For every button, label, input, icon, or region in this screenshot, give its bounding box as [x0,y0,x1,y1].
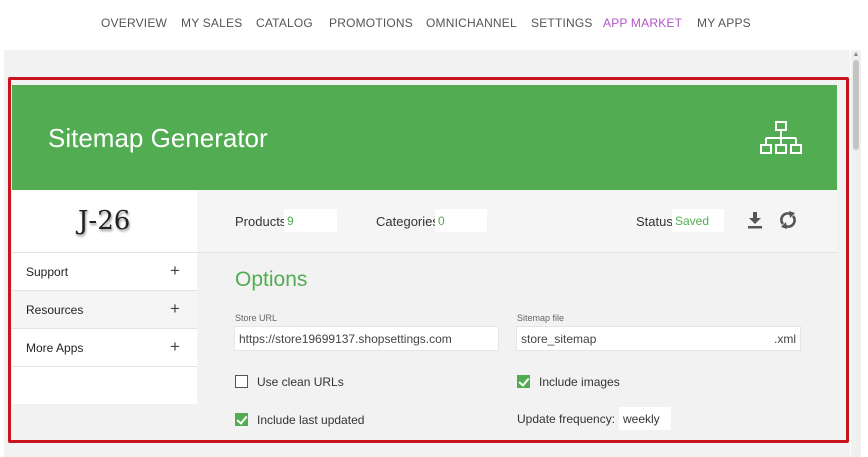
update-frequency-label: Update frequency: [517,412,616,426]
scrollbar[interactable]: ▲ [851,50,861,457]
categories-count: 0 [435,209,487,232]
sidebar-item-more-apps[interactable]: More Apps + [12,329,197,367]
plus-icon[interactable]: + [170,299,180,319]
products-count: 9 [284,209,337,232]
sidebar-item-support[interactable]: Support + [12,253,197,291]
nav-overview[interactable]: OVERVIEW [101,16,167,30]
options-heading: Options [235,268,308,291]
sidebar-item-label: Support [26,265,69,279]
scrollbar-thumb[interactable] [853,60,859,150]
scroll-up-icon[interactable]: ▲ [852,51,860,59]
sidebar-item-label: Resources [26,303,84,317]
nav-promotions[interactable]: PROMOTIONS [329,16,413,30]
status-value: Saved [672,209,724,232]
sidebar-spacer [12,367,197,404]
plus-icon[interactable]: + [170,261,180,281]
nav-app-market[interactable]: APP MARKET [603,16,682,30]
stats-bar: Products: 9 Categories: 0 Status: Saved [197,190,837,253]
clean-urls-label: Use clean URLs [257,375,344,389]
plus-icon[interactable]: + [170,337,180,357]
sidebar-item-resources[interactable]: Resources + [12,291,197,329]
refresh-icon[interactable] [779,210,797,230]
app-logo: J-26 [78,206,131,236]
include-images-label: Include images [539,375,620,389]
products-label: Products: [235,214,290,229]
include-images-checkbox[interactable] [517,375,530,388]
sidebar-item-label: More Apps [26,341,84,355]
download-icon[interactable] [747,211,763,229]
top-nav: OVERVIEW MY SALES CATALOG PROMOTIONS OMN… [0,0,868,46]
sitemap-file-suffix: .xml [774,332,796,346]
nav-my-sales[interactable]: MY SALES [181,16,242,30]
last-updated-checkbox[interactable] [235,413,248,426]
sitemap-file-value: store_sitemap [521,332,597,346]
sitemap-file-label: Sitemap file [517,313,565,323]
app-header: Sitemap Generator [12,85,837,190]
update-frequency-select[interactable]: weekly [619,407,671,430]
nav-settings[interactable]: SETTINGS [531,16,593,30]
main-content: Products: 9 Categories: 0 Status: Saved … [197,190,837,435]
nav-omnichannel[interactable]: OMNICHANNEL [426,16,517,30]
store-url-input[interactable]: https://store19699137.shopsettings.com [234,326,499,351]
last-updated-label: Include last updated [257,413,365,427]
nav-my-apps[interactable]: MY APPS [697,16,751,30]
sitemap-icon [760,121,802,154]
app-title: Sitemap Generator [48,123,268,153]
nav-catalog[interactable]: CATALOG [256,16,313,30]
status-label: Status: [636,214,677,229]
sitemap-file-input[interactable]: store_sitemap .xml [516,326,801,351]
store-url-value: https://store19699137.shopsettings.com [239,332,452,346]
categories-label: Categories: [376,214,443,229]
clean-urls-checkbox[interactable] [235,375,248,388]
logo-area: J-26 [12,190,197,253]
sidebar: J-26 Support + Resources + More Apps + [12,190,197,435]
store-url-label: Store URL [235,313,278,323]
